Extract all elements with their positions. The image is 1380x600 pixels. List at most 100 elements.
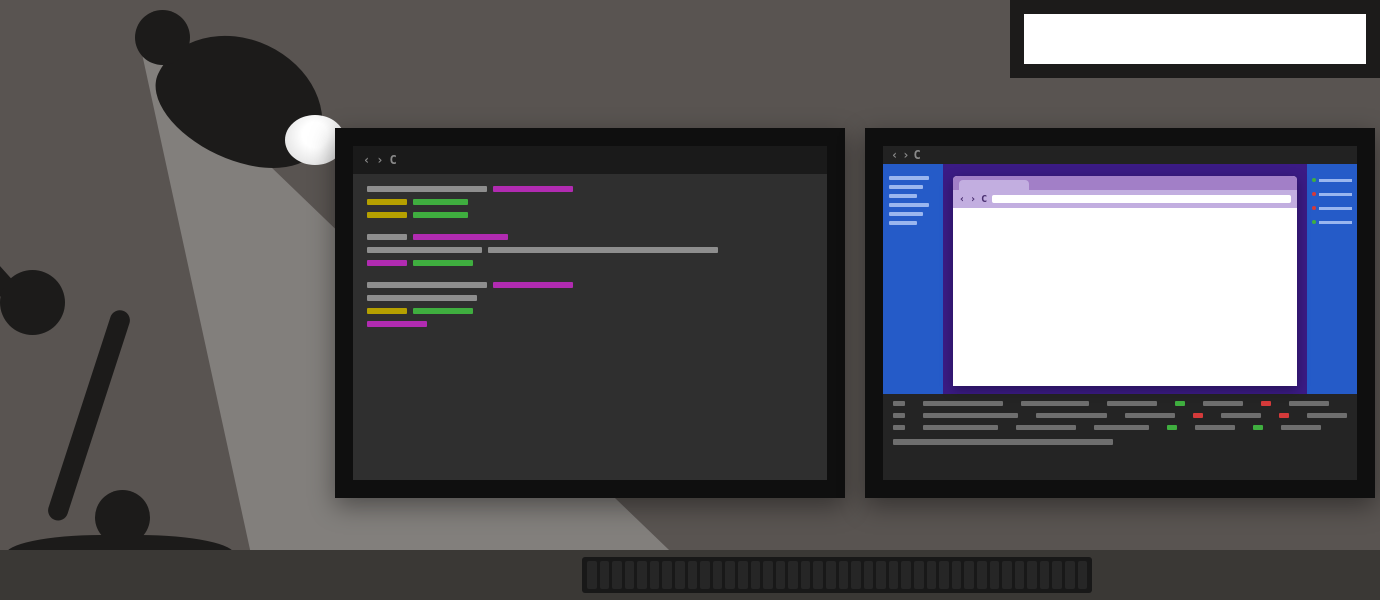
code-token bbox=[367, 321, 427, 327]
status-label bbox=[1319, 207, 1352, 210]
keyboard-key bbox=[889, 561, 899, 589]
console-footer bbox=[893, 439, 1113, 445]
forward-icon[interactable]: › bbox=[970, 194, 976, 205]
console-cell bbox=[893, 401, 905, 406]
browser-window: ‹ › C bbox=[953, 176, 1297, 386]
status-item bbox=[1312, 192, 1352, 196]
browser-toolbar: ‹ › C bbox=[953, 190, 1297, 208]
status-item bbox=[1312, 178, 1352, 182]
devpanel-topbar: ‹ › C bbox=[883, 146, 1357, 164]
console-cell bbox=[1279, 413, 1289, 418]
reload-icon[interactable]: C bbox=[389, 153, 396, 167]
keyboard-key bbox=[675, 561, 685, 589]
keyboard-key bbox=[876, 561, 886, 589]
console-cell bbox=[1253, 425, 1263, 430]
status-item bbox=[1312, 220, 1352, 224]
keyboard-key bbox=[826, 561, 836, 589]
code-token bbox=[367, 260, 407, 266]
reload-icon[interactable]: C bbox=[913, 148, 920, 162]
code-token bbox=[413, 260, 473, 266]
code-token bbox=[493, 282, 573, 288]
code-block bbox=[367, 282, 813, 327]
code-token bbox=[488, 247, 718, 253]
code-token bbox=[367, 295, 477, 301]
keyboard-key bbox=[939, 561, 949, 589]
code-token bbox=[367, 186, 487, 192]
console-cell bbox=[1261, 401, 1271, 406]
keyboard-key bbox=[1015, 561, 1025, 589]
code-line bbox=[367, 282, 813, 288]
code-block bbox=[367, 186, 813, 218]
sidebar-item[interactable] bbox=[889, 221, 917, 225]
console-row bbox=[893, 401, 1347, 406]
browser-tabbar bbox=[953, 176, 1297, 190]
keyboard-key bbox=[977, 561, 987, 589]
keyboard-key bbox=[776, 561, 786, 589]
keyboard-key bbox=[952, 561, 962, 589]
keyboard-key bbox=[964, 561, 974, 589]
editor-toolbar: ‹ › C bbox=[353, 146, 827, 174]
wall-frame bbox=[1010, 0, 1380, 78]
keyboard-key bbox=[700, 561, 710, 589]
back-icon[interactable]: ‹ bbox=[363, 153, 370, 167]
code-token bbox=[413, 234, 508, 240]
console-cell bbox=[1221, 413, 1261, 418]
forward-icon[interactable]: › bbox=[376, 153, 383, 167]
sidebar-item[interactable] bbox=[889, 194, 917, 198]
reload-icon[interactable]: C bbox=[981, 194, 987, 205]
keyboard-key bbox=[637, 561, 647, 589]
keyboard-key bbox=[927, 561, 937, 589]
code-line bbox=[367, 295, 813, 301]
left-monitor: ‹ › C bbox=[335, 128, 845, 498]
sidebar-item[interactable] bbox=[889, 176, 929, 180]
code-token bbox=[367, 308, 407, 314]
keyboard-key bbox=[1065, 561, 1075, 589]
code-token bbox=[367, 247, 482, 253]
console-cell bbox=[923, 413, 1018, 418]
desk-lamp bbox=[0, 0, 340, 600]
keyboard-key bbox=[612, 561, 622, 589]
left-sidebar bbox=[883, 164, 943, 394]
sidebar-item[interactable] bbox=[889, 203, 929, 207]
keyboard-key bbox=[587, 561, 597, 589]
keyboard bbox=[582, 557, 1092, 593]
sidebar-item[interactable] bbox=[889, 212, 923, 216]
keyboard-key bbox=[914, 561, 924, 589]
console-cell bbox=[1195, 425, 1235, 430]
console-cell bbox=[1193, 413, 1203, 418]
code-line bbox=[367, 234, 813, 240]
address-bar[interactable] bbox=[992, 195, 1291, 203]
editor-body bbox=[353, 174, 827, 480]
back-icon[interactable]: ‹ bbox=[891, 148, 898, 162]
code-editor: ‹ › C bbox=[353, 146, 827, 480]
keyboard-key bbox=[600, 561, 610, 589]
code-line bbox=[367, 212, 813, 218]
sidebar-item[interactable] bbox=[889, 185, 923, 189]
keyboard-key bbox=[851, 561, 861, 589]
dev-panel: ‹ › C ‹ › C bbox=[883, 146, 1357, 480]
preview-canvas: ‹ › C bbox=[943, 164, 1307, 394]
keyboard-key bbox=[788, 561, 798, 589]
code-token bbox=[413, 199, 468, 205]
keyboard-key bbox=[751, 561, 761, 589]
console-cell bbox=[1107, 401, 1157, 406]
keyboard-key bbox=[1040, 561, 1050, 589]
back-icon[interactable]: ‹ bbox=[959, 194, 965, 205]
keyboard-key bbox=[1078, 561, 1088, 589]
keyboard-key bbox=[725, 561, 735, 589]
keyboard-key bbox=[813, 561, 823, 589]
console-cell bbox=[1125, 413, 1175, 418]
console-cell bbox=[923, 425, 998, 430]
browser-tab[interactable] bbox=[959, 180, 1029, 190]
forward-icon[interactable]: › bbox=[902, 148, 909, 162]
keyboard-key bbox=[650, 561, 660, 589]
code-line bbox=[367, 260, 813, 266]
right-sidebar bbox=[1307, 164, 1357, 394]
console-cell bbox=[1016, 425, 1076, 430]
console-cell bbox=[1289, 401, 1329, 406]
code-token bbox=[367, 234, 407, 240]
code-token bbox=[413, 212, 468, 218]
console-cell bbox=[1167, 425, 1177, 430]
keyboard-key bbox=[688, 561, 698, 589]
code-token bbox=[413, 308, 473, 314]
